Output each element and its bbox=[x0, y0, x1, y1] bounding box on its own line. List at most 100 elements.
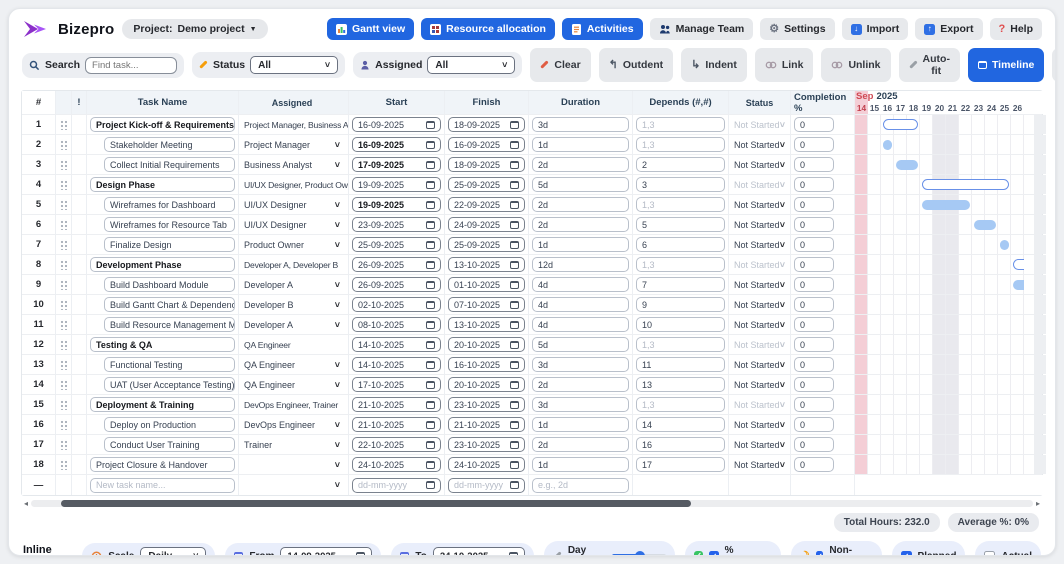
drag-handle[interactable] bbox=[56, 315, 72, 334]
depends-input[interactable]: 3 bbox=[636, 177, 725, 192]
depends-input[interactable]: 16 bbox=[636, 437, 725, 452]
slider-knob[interactable] bbox=[635, 551, 646, 555]
checkbox[interactable]: ✓ bbox=[900, 550, 912, 555]
completion-input[interactable]: 0 bbox=[794, 317, 834, 332]
scale-select[interactable]: Daily ˅ bbox=[140, 547, 207, 555]
scroll-right-icon[interactable]: ▸ bbox=[1033, 499, 1043, 508]
gantt-bar-child[interactable] bbox=[896, 159, 918, 170]
duration-input[interactable]: 4d bbox=[532, 277, 629, 292]
new-task-date-input[interactable]: dd-mm-yyyy bbox=[448, 477, 525, 493]
gantt-bar-child[interactable] bbox=[922, 199, 970, 210]
finish-date-input[interactable]: 16-09-2025 bbox=[448, 137, 525, 152]
start-date-input[interactable]: 26-09-2025 bbox=[352, 257, 441, 272]
duration-input[interactable]: 1d bbox=[532, 457, 629, 472]
duration-input[interactable]: 5d bbox=[532, 177, 629, 192]
status-select[interactable]: Not Started ˅ bbox=[729, 155, 791, 174]
start-date-input[interactable]: 02-10-2025 bbox=[352, 297, 441, 312]
duration-input[interactable]: 2d bbox=[532, 217, 629, 232]
top-button-settings[interactable]: ⚙ Settings bbox=[760, 18, 835, 40]
toolbar-button-auto-fit[interactable]: Auto-fit bbox=[898, 48, 960, 82]
status-filter-select[interactable]: All ˅ bbox=[250, 56, 339, 74]
assigned-value[interactable]: DevOps Engineer bbox=[244, 420, 315, 430]
finish-date-input[interactable]: 23-10-2025 bbox=[448, 397, 525, 412]
completion-input[interactable]: 0 bbox=[794, 197, 834, 212]
drag-handle[interactable] bbox=[56, 435, 72, 454]
toolbar-button-progress[interactable]: Progress bbox=[1052, 48, 1055, 82]
depends-input[interactable]: 1,3 bbox=[636, 337, 725, 352]
gantt-bar-child[interactable] bbox=[1000, 239, 1009, 250]
start-date-input[interactable]: 17-09-2025 bbox=[352, 157, 441, 172]
task-name-input[interactable]: Project Closure & Handover bbox=[90, 457, 235, 472]
completion-input[interactable]: 0 bbox=[794, 257, 834, 272]
assigned-value[interactable]: UI/UX Designer bbox=[244, 220, 307, 230]
toolbar-button-outdent[interactable]: ↰ Outdent bbox=[598, 48, 674, 82]
duration-input[interactable]: 1d bbox=[532, 137, 629, 152]
completion-input[interactable]: 0 bbox=[794, 237, 834, 252]
task-name-input[interactable]: Collect Initial Requirements bbox=[104, 157, 235, 172]
completion-input[interactable]: 0 bbox=[794, 337, 834, 352]
new-task-duration-input[interactable]: e.g., 2d bbox=[532, 477, 629, 493]
top-button-manage-team[interactable]: Manage Team bbox=[649, 18, 754, 40]
duration-input[interactable]: 2d bbox=[532, 197, 629, 212]
finish-date-input[interactable]: 25-09-2025 bbox=[448, 237, 525, 252]
start-date-input[interactable]: 26-09-2025 bbox=[352, 277, 441, 292]
gantt-bar-parent[interactable] bbox=[922, 179, 1009, 190]
drag-handle[interactable] bbox=[56, 115, 72, 134]
drag-handle[interactable] bbox=[56, 135, 72, 154]
gantt-bar-child[interactable] bbox=[1013, 279, 1024, 290]
finish-date-input[interactable]: 22-09-2025 bbox=[448, 197, 525, 212]
start-date-input[interactable]: 22-10-2025 bbox=[352, 437, 441, 452]
toolbar-button-clear[interactable]: Clear bbox=[530, 48, 591, 82]
drag-handle[interactable] bbox=[56, 355, 72, 374]
scrollbar-track[interactable] bbox=[31, 500, 1033, 507]
duration-input[interactable]: 1d bbox=[532, 417, 629, 432]
depends-input[interactable]: 1,3 bbox=[636, 257, 725, 272]
toolbar-button-timeline[interactable]: Timeline bbox=[967, 48, 1045, 82]
depends-input[interactable]: 5 bbox=[636, 217, 725, 232]
depends-input[interactable]: 13 bbox=[636, 377, 725, 392]
status-select[interactable]: Not Started ˅ bbox=[729, 275, 791, 294]
start-date-input[interactable]: 24-10-2025 bbox=[352, 457, 441, 472]
depends-input[interactable]: 14 bbox=[636, 417, 725, 432]
assigned-value[interactable]: Developer B bbox=[244, 300, 294, 310]
depends-input[interactable]: 9 bbox=[636, 297, 725, 312]
assigned-value[interactable]: QA Engineer bbox=[244, 380, 295, 390]
drag-handle[interactable] bbox=[56, 275, 72, 294]
top-button-resource-allocation[interactable]: Resource allocation bbox=[421, 18, 555, 40]
finish-date-input[interactable]: 24-10-2025 bbox=[448, 457, 525, 472]
finish-date-input[interactable]: 23-10-2025 bbox=[448, 437, 525, 452]
duration-input[interactable]: 12d bbox=[532, 257, 629, 272]
finish-date-input[interactable]: 01-10-2025 bbox=[448, 277, 525, 292]
from-date-input[interactable]: 14-09-2025 bbox=[280, 547, 373, 555]
task-name-input[interactable]: Conduct User Training bbox=[104, 437, 235, 452]
drag-handle[interactable] bbox=[56, 375, 72, 394]
assigned-value[interactable]: Business Analyst bbox=[244, 160, 312, 170]
drag-handle[interactable] bbox=[56, 155, 72, 174]
task-name-input[interactable]: Build Dashboard Module bbox=[104, 277, 235, 292]
depends-input[interactable]: 1,3 bbox=[636, 197, 725, 212]
status-select[interactable]: Not Started ˅ bbox=[729, 235, 791, 254]
gantt-bar-child[interactable] bbox=[974, 219, 996, 230]
toolbar-button-unlink[interactable]: Unlink bbox=[821, 48, 891, 82]
task-name-input[interactable]: Deployment & Training bbox=[90, 397, 235, 412]
status-select[interactable]: Not Started ˅ bbox=[729, 415, 791, 434]
new-task-name-input[interactable]: New task name... bbox=[90, 477, 235, 493]
finish-date-input[interactable]: 18-09-2025 bbox=[448, 117, 525, 132]
completion-input[interactable]: 0 bbox=[794, 457, 834, 472]
gantt-bar-child[interactable] bbox=[883, 139, 892, 150]
top-button-import[interactable]: ↓ Import bbox=[841, 18, 909, 40]
duration-input[interactable]: 3d bbox=[532, 117, 629, 132]
completion-input[interactable]: 0 bbox=[794, 297, 834, 312]
status-select[interactable]: Not Started ˅ bbox=[729, 455, 791, 474]
task-name-input[interactable]: Wireframes for Dashboard bbox=[104, 197, 235, 212]
completion-input[interactable]: 0 bbox=[794, 217, 834, 232]
duration-input[interactable]: 2d bbox=[532, 157, 629, 172]
drag-handle[interactable] bbox=[56, 215, 72, 234]
duration-input[interactable]: 2d bbox=[532, 437, 629, 452]
scrollbar-thumb[interactable] bbox=[61, 500, 691, 507]
start-date-input[interactable]: 17-10-2025 bbox=[352, 377, 441, 392]
checkbox[interactable]: ✓ bbox=[709, 550, 719, 555]
duration-input[interactable]: 3d bbox=[532, 397, 629, 412]
completion-input[interactable]: 0 bbox=[794, 157, 834, 172]
depends-input[interactable]: 10 bbox=[636, 317, 725, 332]
